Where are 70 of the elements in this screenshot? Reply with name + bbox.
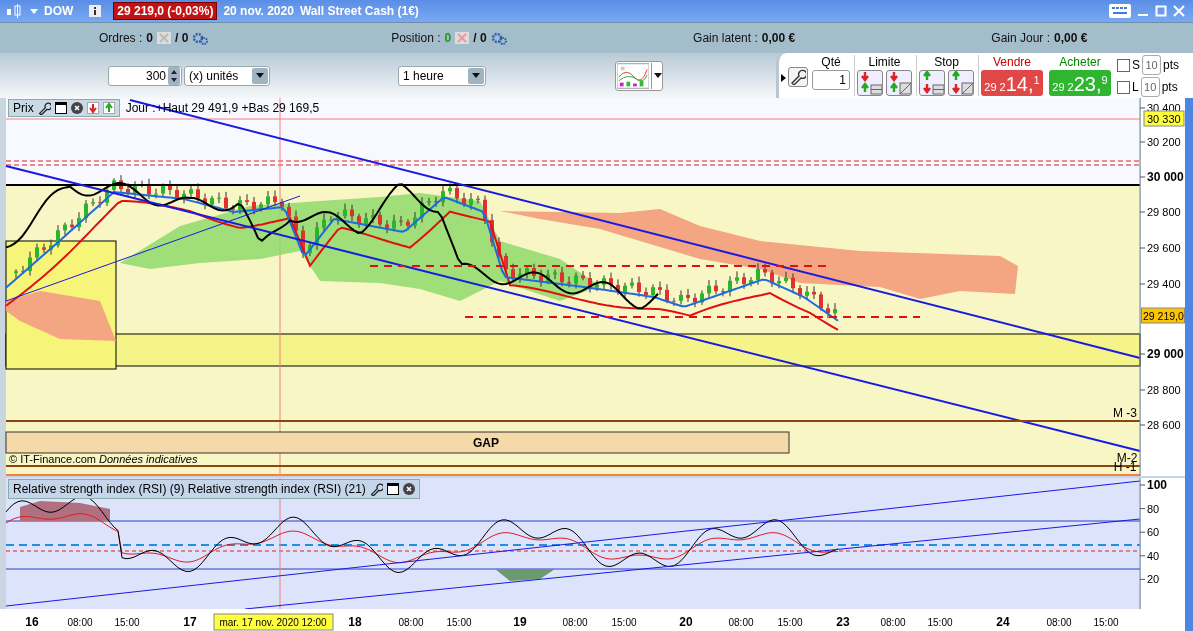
info-label: Ordres : xyxy=(98,31,143,45)
info-total: / 0 xyxy=(473,31,487,45)
price-change-badge: 29 219,0 (-0,03%) xyxy=(113,2,218,20)
points-field[interactable]: 10 xyxy=(1142,55,1161,75)
pane-title: Prix xyxy=(13,101,34,115)
time-label: 08:00 xyxy=(562,617,588,628)
time-label: 18 xyxy=(348,615,362,629)
buy-label: Acheter xyxy=(1059,55,1101,69)
time-label: 15:00 xyxy=(114,617,140,628)
time-label: 23 xyxy=(836,615,850,629)
time-label: 20 xyxy=(679,615,693,629)
points-unit: pts xyxy=(1163,58,1180,72)
period-dropdown[interactable]: 1 heure xyxy=(398,65,486,86)
axis-label: 20 xyxy=(1147,573,1160,586)
points-unit: pts xyxy=(1161,80,1178,94)
offset-letter: S xyxy=(1132,58,1140,72)
axis-label: 40 xyxy=(1147,549,1160,562)
time-label: 15:00 xyxy=(1093,617,1119,628)
time-label: 08:00 xyxy=(1046,617,1072,628)
time-label: 15:00 xyxy=(446,617,472,628)
info-value: 0 xyxy=(444,31,452,45)
time-label: 15:00 xyxy=(777,617,803,628)
sell-label: Vendre xyxy=(992,55,1031,69)
axis-label: 29 400 xyxy=(1147,278,1181,290)
axis-label: 30 200 xyxy=(1147,136,1181,148)
axis-label: 28 800 xyxy=(1147,384,1181,396)
info-value: 0,00 € xyxy=(1054,31,1088,45)
quantity-label: Qté xyxy=(821,55,841,69)
symbol-name: DOW xyxy=(44,4,74,18)
axis-label: 80 xyxy=(1147,502,1160,515)
info-label: Position : xyxy=(391,31,441,45)
offset-letter: L xyxy=(1132,80,1139,94)
info-value: 0,00 € xyxy=(761,31,796,45)
time-label: 15:00 xyxy=(611,617,637,628)
time-label: 08:00 xyxy=(728,617,754,628)
stop-label: Stop xyxy=(934,55,959,69)
order-quantity-field[interactable]: 1 xyxy=(812,70,850,90)
axis-label: 30 000 xyxy=(1147,170,1184,184)
axis-label: 29 800 xyxy=(1147,206,1181,218)
last-price-marker: 29 219,0 xyxy=(1141,307,1185,324)
sell-button[interactable]: 29 214,$^{1}$ xyxy=(981,70,1043,96)
pane-title: Relative strength index (RSI) (9) Relative strength index (RSI) (21) xyxy=(13,482,366,496)
unit-dropdown[interactable]: (x) unités xyxy=(184,65,270,86)
time-label: 24 xyxy=(996,615,1010,629)
info-label: Gain Jour : xyxy=(991,31,1051,45)
axis-label: 29 000 xyxy=(1147,347,1184,361)
info-value: 0 xyxy=(146,31,153,45)
axis-label: 29 600 xyxy=(1147,242,1181,254)
level-label: M -3 xyxy=(1113,406,1137,420)
time-label: 08:00 xyxy=(67,617,93,628)
cursor-date-marker: mar. 17 nov. 2020 12:00 xyxy=(213,613,334,631)
axis-label: 100 xyxy=(1147,478,1168,492)
time-label: 19 xyxy=(513,615,527,629)
price-marker: 30 330 xyxy=(1143,110,1185,127)
credit-text: © IT-Finance.com Données indicatives xyxy=(9,453,198,465)
axis-label: 28 600 xyxy=(1147,419,1181,431)
limit-label: Limite xyxy=(868,55,901,69)
time-label: 08:00 xyxy=(398,617,424,628)
points-field[interactable]: 10 xyxy=(1140,77,1160,97)
info-total: / 0 xyxy=(174,31,189,45)
gap-label: GAP xyxy=(473,436,499,450)
time-label: 16 xyxy=(25,615,39,629)
time-label: 08:00 xyxy=(880,617,906,628)
axis-label: 60 xyxy=(1147,526,1160,539)
quantity-field[interactable]: 300 xyxy=(108,65,182,86)
info-label: Gain latent : xyxy=(693,31,758,45)
quote-date: 20 nov. 2020 xyxy=(223,4,294,18)
instrument-name: Wall Street Cash (1€) xyxy=(299,4,419,18)
time-label: 17 xyxy=(183,615,197,629)
time-label: 15:00 xyxy=(927,617,953,628)
